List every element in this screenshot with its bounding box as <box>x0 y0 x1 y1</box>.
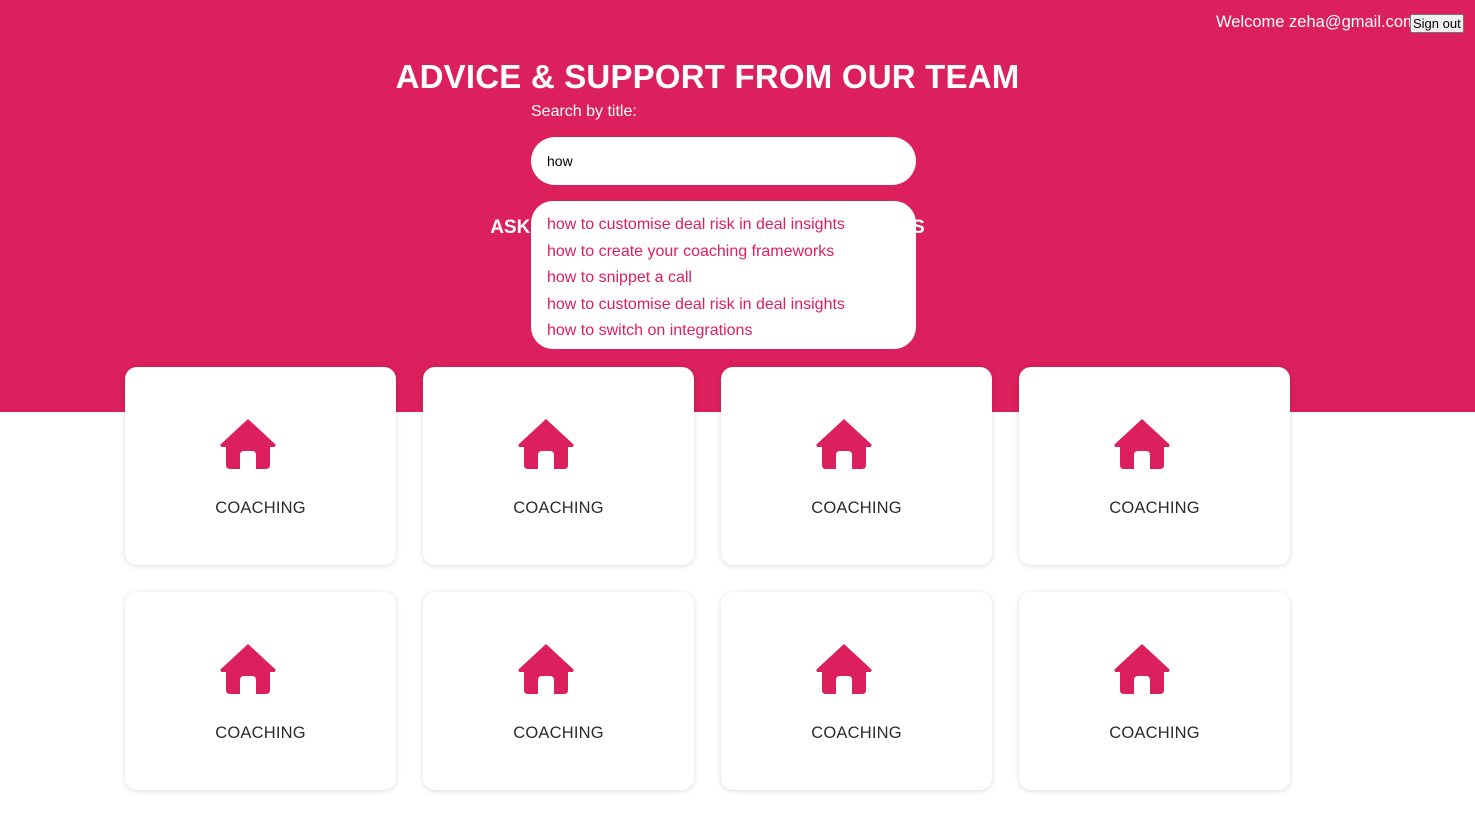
home-icon <box>518 419 574 469</box>
home-icon <box>220 419 276 469</box>
search-input[interactable] <box>531 137 916 185</box>
home-icon <box>1114 644 1170 694</box>
category-card[interactable]: COACHING <box>423 367 694 565</box>
suggestion-item[interactable]: how to snippet a call <box>547 265 900 292</box>
home-icon <box>518 644 574 694</box>
category-card[interactable]: COACHING <box>1019 367 1290 565</box>
category-card[interactable]: COACHING <box>721 367 992 565</box>
category-grid: COACHING COACHING COACHING COACHING COAC… <box>125 367 1290 790</box>
category-card[interactable]: COACHING <box>125 592 396 790</box>
card-label: COACHING <box>215 499 306 517</box>
welcome-text: Welcome zeha@gmail.com <box>1216 13 1417 31</box>
card-label: COACHING <box>513 724 604 742</box>
card-label: COACHING <box>811 499 902 517</box>
home-icon <box>816 644 872 694</box>
suggestion-item[interactable]: how to switch on integrations <box>547 318 900 345</box>
category-card[interactable]: COACHING <box>125 367 396 565</box>
home-icon <box>816 419 872 469</box>
home-icon <box>220 644 276 694</box>
suggestion-item[interactable]: how to customise deal risk in deal insig… <box>547 212 900 239</box>
category-card[interactable]: COACHING <box>1019 592 1290 790</box>
card-label: COACHING <box>1109 724 1200 742</box>
card-label: COACHING <box>215 724 306 742</box>
card-label: COACHING <box>513 499 604 517</box>
sign-out-button[interactable]: Sign out <box>1410 14 1464 33</box>
category-card[interactable]: COACHING <box>721 592 992 790</box>
suggestion-item[interactable]: how to create your coaching frameworks <box>547 239 900 266</box>
card-label: COACHING <box>811 724 902 742</box>
search-suggestions-dropdown: how to customise deal risk in deal insig… <box>531 201 916 349</box>
page-title: ADVICE & SUPPORT FROM OUR TEAM <box>395 58 1020 95</box>
search-label: Search by title: <box>531 103 637 120</box>
card-label: COACHING <box>1109 499 1200 517</box>
home-icon <box>1114 419 1170 469</box>
category-card[interactable]: COACHING <box>423 592 694 790</box>
suggestion-item[interactable]: how to customise deal risk in deal insig… <box>547 292 900 319</box>
